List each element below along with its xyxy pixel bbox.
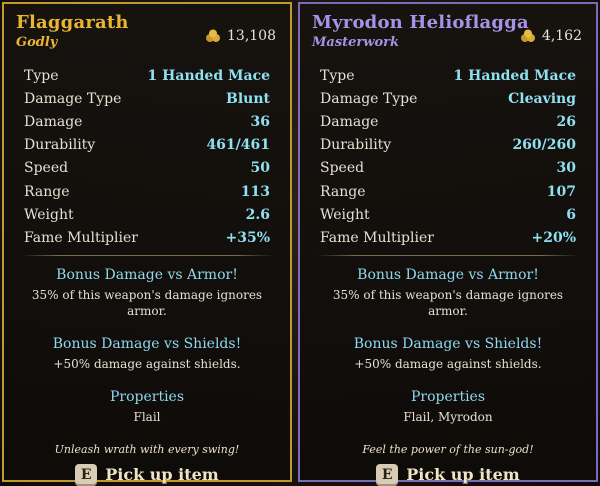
stat-label: Damage	[320, 113, 379, 130]
gold-coins-icon	[520, 29, 535, 42]
stat-row-fame-multiplier: Fame Multiplier +35%	[16, 226, 278, 249]
item-tooltip-flaggarath: Flaggarath Godly 13,108 Type 1 Handed Mac…	[2, 2, 292, 486]
stat-label: Type	[24, 67, 59, 84]
flavor-text: Unleash wrath with every swing!	[54, 442, 240, 456]
stat-row-damage: Damage 26	[312, 110, 584, 133]
bonus-shields-section: Bonus Damage vs Shields! +50% damage aga…	[312, 335, 584, 372]
stat-label: Range	[24, 183, 70, 200]
bonus-shields-section: Bonus Damage vs Shields! +50% damage aga…	[16, 335, 278, 372]
stat-label: Damage Type	[24, 90, 122, 107]
stat-row-durability: Durability 461/461	[16, 134, 278, 157]
stat-label: Weight	[24, 206, 74, 223]
gold-coins-icon	[206, 29, 220, 42]
stat-value: 36	[250, 113, 270, 130]
stat-value: Blunt	[226, 90, 270, 107]
bonus-shields-desc: +50% damage against shields.	[354, 356, 542, 371]
divider	[316, 254, 580, 256]
stat-value: 113	[240, 183, 270, 200]
bonus-armor-title: Bonus Damage vs Armor!	[357, 266, 539, 283]
e-key-icon: E	[75, 463, 98, 486]
properties-section: Properties Flail, Myrodon	[312, 388, 584, 425]
bonus-armor-desc: 35% of this weapon's damage ignores armo…	[332, 287, 564, 318]
stat-value: 26	[556, 113, 576, 130]
stat-row-range: Range 107	[312, 180, 584, 203]
pick-up-label: Pick up item	[406, 465, 520, 484]
stat-value: +35%	[225, 229, 270, 246]
stat-row-weight: Weight 6	[312, 203, 584, 226]
flavor-text: Feel the power of the sun-god!	[362, 442, 534, 456]
item-price: 13,108	[205, 28, 276, 44]
stat-row-damage-type: Damage Type Cleaving	[312, 87, 584, 110]
stat-label: Fame Multiplier	[320, 229, 434, 246]
stat-row-durability: Durability 260/260	[312, 134, 584, 157]
pick-up-item-button[interactable]: E Pick up item	[312, 463, 584, 486]
e-key-icon: E	[376, 463, 399, 486]
stat-label: Weight	[320, 206, 370, 223]
bonus-armor-desc: 35% of this weapon's damage ignores armo…	[31, 287, 263, 318]
stat-value: 260/260	[512, 137, 576, 154]
tooltip-header: Myrodon Helioflagga Masterwork 4,162	[312, 12, 584, 58]
bonus-armor-section: Bonus Damage vs Armor! 35% of this weapo…	[312, 266, 584, 319]
stat-value: 30	[556, 160, 576, 177]
stat-label: Range	[320, 183, 366, 200]
stat-row-speed: Speed 30	[312, 157, 584, 180]
price-value: 4,162	[541, 28, 582, 44]
properties-value: Flail	[133, 409, 161, 424]
stat-label: Durability	[320, 137, 392, 154]
bonus-shields-title: Bonus Damage vs Shields!	[353, 335, 543, 352]
stat-value: 2.6	[245, 206, 270, 223]
stat-row-type: Type 1 Handed Mace	[312, 64, 584, 87]
stat-label: Damage Type	[320, 90, 418, 107]
properties-section: Properties Flail	[16, 388, 278, 425]
stat-label: Durability	[24, 137, 96, 154]
bonus-shields-desc: +50% damage against shields.	[53, 356, 241, 371]
stat-value: 50	[250, 160, 270, 177]
bonus-armor-title: Bonus Damage vs Armor!	[56, 266, 238, 283]
bonus-shields-title: Bonus Damage vs Shields!	[52, 335, 242, 352]
divider	[20, 254, 274, 256]
pick-up-label: Pick up item	[105, 465, 219, 484]
tooltip-header: Flaggarath Godly 13,108	[16, 12, 278, 58]
stats-list: Type 1 Handed Mace Damage Type Cleaving Da…	[312, 64, 584, 250]
stat-row-fame-multiplier: Fame Multiplier +20%	[312, 226, 584, 249]
stat-label: Speed	[24, 160, 69, 177]
pick-up-item-button[interactable]: E Pick up item	[16, 463, 278, 486]
stat-value: 1 Handed Mace	[147, 67, 270, 84]
properties-title: Properties	[410, 388, 486, 405]
stat-value: 6	[566, 206, 576, 223]
stat-label: Fame Multiplier	[24, 229, 138, 246]
item-price: 4,162	[520, 28, 582, 44]
price-value: 13,108	[227, 28, 276, 44]
stats-list: Type 1 Handed Mace Damage Type Blunt Damag…	[16, 64, 278, 250]
stat-value: +20%	[531, 229, 576, 246]
properties-title: Properties	[109, 388, 185, 405]
stat-row-type: Type 1 Handed Mace	[16, 64, 278, 87]
stat-row-speed: Speed 50	[16, 157, 278, 180]
stat-label: Speed	[320, 160, 365, 177]
stat-label: Type	[320, 67, 355, 84]
stat-row-range: Range 113	[16, 180, 278, 203]
stat-row-weight: Weight 2.6	[16, 203, 278, 226]
stat-row-damage: Damage 36	[16, 110, 278, 133]
properties-value: Flail, Myrodon	[403, 409, 493, 424]
stat-value: Cleaving	[508, 90, 576, 107]
stat-value: 461/461	[206, 137, 270, 154]
stat-label: Damage	[24, 113, 83, 130]
stat-value: 107	[546, 183, 576, 200]
stat-row-damage-type: Damage Type Blunt	[16, 87, 278, 110]
stat-value: 1 Handed Mace	[453, 67, 576, 84]
bonus-armor-section: Bonus Damage vs Armor! 35% of this weapo…	[16, 266, 278, 319]
item-tooltip-myrodon-helioflagga: Myrodon Helioflagga Masterwork 4,162 Typ…	[298, 2, 598, 486]
